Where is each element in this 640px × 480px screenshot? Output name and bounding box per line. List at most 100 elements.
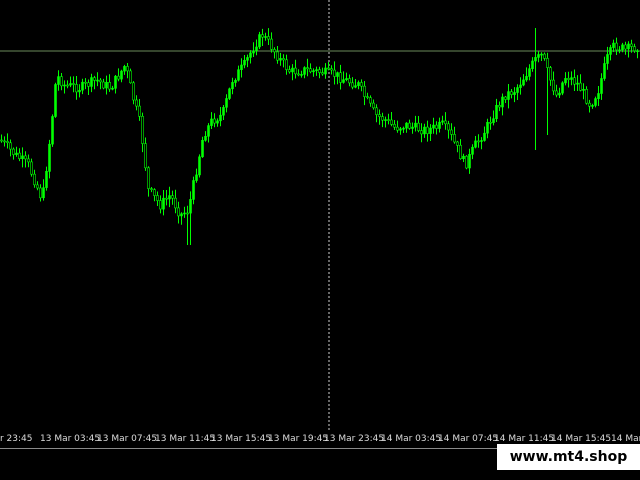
candle-body <box>213 118 216 124</box>
candle-body <box>102 81 105 89</box>
candle-body <box>537 54 540 58</box>
candle-body <box>255 46 258 52</box>
candle-body <box>96 79 99 82</box>
candle-body <box>633 46 636 52</box>
candle-body <box>285 59 288 70</box>
candle-body <box>126 66 129 72</box>
candle-body <box>489 122 492 124</box>
candle-body <box>69 83 72 86</box>
candle-body <box>594 98 597 106</box>
candle-body <box>546 58 549 68</box>
time-tick-label: 13 Mar 11:45 <box>155 434 216 444</box>
candle-body <box>462 155 465 159</box>
price-chart[interactable] <box>0 0 640 430</box>
time-tick-label: 13 Mar 07:45 <box>97 434 158 444</box>
candle-body <box>243 59 246 66</box>
candle-body <box>18 152 21 160</box>
candle-body <box>231 82 234 90</box>
candle-body <box>174 197 177 209</box>
candle-body <box>15 152 18 155</box>
candle-body <box>24 155 27 160</box>
candle-body <box>507 91 510 100</box>
candle-body <box>36 184 39 189</box>
candle-body <box>21 155 24 159</box>
time-tick-label: 13 Mar 23:45 <box>324 434 385 444</box>
candle-body <box>129 70 132 84</box>
candle-body <box>9 142 12 150</box>
time-tick-label: 14 Mar 11:45 <box>494 434 555 444</box>
candle-body <box>483 132 486 141</box>
chart-canvas[interactable] <box>0 0 640 430</box>
candle-body <box>540 53 543 56</box>
candle-body <box>294 67 297 75</box>
candle-body <box>576 82 579 85</box>
candle-body <box>357 82 360 87</box>
candle-body <box>225 98 228 108</box>
candle-body <box>186 212 189 215</box>
candles-group <box>0 28 639 245</box>
candle-body <box>321 72 324 75</box>
candle-body <box>486 122 489 134</box>
candle-body <box>513 92 516 95</box>
candle-body <box>240 64 243 70</box>
candle-body <box>501 96 504 108</box>
candle-body <box>504 96 507 100</box>
candle-body <box>201 140 204 158</box>
candle-body <box>171 195 174 199</box>
candle-body <box>123 66 126 72</box>
candle-body <box>591 105 594 107</box>
time-tick-label: 13 Mar 03:45 <box>40 434 101 444</box>
candle-body <box>444 120 447 125</box>
candle-body <box>312 70 315 73</box>
candle-body <box>252 50 255 54</box>
candle-body <box>636 50 639 53</box>
candle-body <box>219 114 222 122</box>
candle-body <box>495 105 498 120</box>
candle-body <box>354 85 357 88</box>
candle-body <box>141 116 144 144</box>
candle-body <box>150 188 153 190</box>
candle-body <box>597 93 600 99</box>
candle-body <box>384 119 387 121</box>
candle-body <box>492 118 495 123</box>
candle-body <box>396 126 399 131</box>
candle-body <box>414 122 417 128</box>
candle-body <box>441 120 444 123</box>
candle-body <box>168 195 171 200</box>
candle-body <box>105 82 108 89</box>
candle-body <box>525 76 528 81</box>
candle-body <box>378 114 381 117</box>
candle-body <box>291 67 294 73</box>
candle-body <box>567 78 570 80</box>
candle-body <box>477 140 480 143</box>
candle-body <box>288 69 291 73</box>
candle-body <box>63 84 66 87</box>
time-tick-label: 13 Mar 19:45 <box>268 434 329 444</box>
candle-body <box>423 126 426 135</box>
candle-body <box>564 78 567 84</box>
candle-body <box>552 79 555 92</box>
candle-body <box>339 72 342 83</box>
candle-body <box>78 90 81 93</box>
candle-body <box>99 79 102 83</box>
candle-body <box>279 58 282 61</box>
candle-body <box>66 84 69 87</box>
candle-body <box>630 43 633 47</box>
candle-body <box>276 51 279 61</box>
candle-body <box>258 34 261 48</box>
candle-body <box>111 87 114 90</box>
candle-body <box>303 67 306 75</box>
candle-body <box>195 174 198 181</box>
candle-body <box>315 69 318 71</box>
candle-body <box>393 124 396 128</box>
candle-body <box>273 49 276 53</box>
candle-body <box>555 90 558 96</box>
candle-body <box>390 119 393 125</box>
candle-body <box>468 154 471 169</box>
candle-body <box>3 140 6 143</box>
candle-body <box>249 52 252 58</box>
candle-body <box>27 158 30 163</box>
candle-body <box>162 197 165 210</box>
candle-body <box>210 118 213 126</box>
candle-body <box>522 79 525 86</box>
